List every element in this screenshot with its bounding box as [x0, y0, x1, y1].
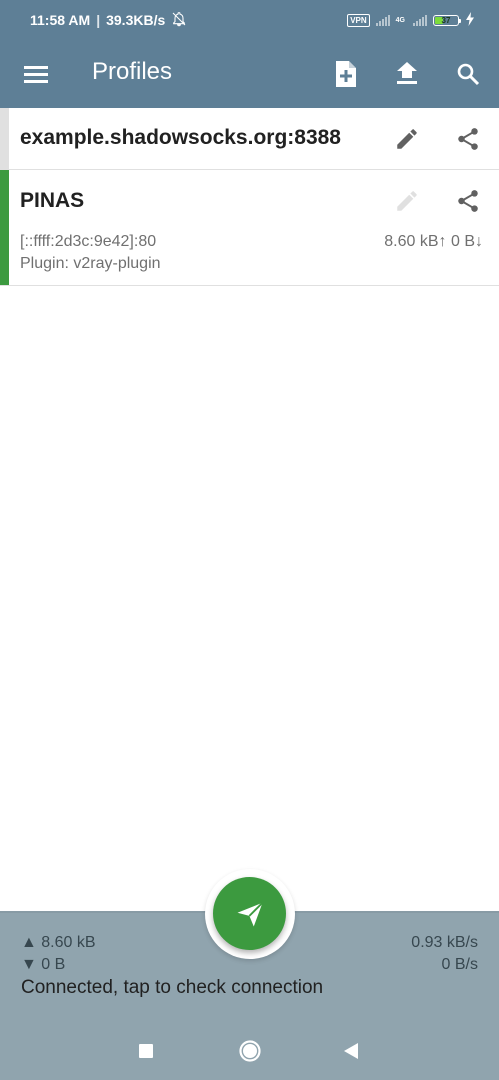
share-icon: [458, 190, 478, 212]
network-type: 4G: [395, 16, 405, 24]
status-speed: 39.3KB/s: [106, 12, 166, 28]
import-button[interactable]: [387, 54, 427, 94]
status-bar: 11:58 AM | 39.3KB/s VPN 4G 37: [0, 0, 499, 40]
search-icon: [457, 63, 480, 86]
recents-button[interactable]: [130, 1035, 162, 1067]
share-button[interactable]: [448, 181, 488, 221]
search-button[interactable]: [448, 54, 488, 94]
vpn-badge: VPN: [347, 13, 370, 27]
rx-total: ▼ 0 B: [21, 956, 66, 973]
menu-button[interactable]: [16, 54, 56, 94]
home-button[interactable]: [234, 1035, 266, 1067]
status-right: VPN 4G 37: [347, 11, 475, 29]
square-icon: [139, 1044, 153, 1058]
signal-4g-icon: [413, 14, 427, 26]
profile-plugin: Plugin: v2ray-plugin: [20, 255, 161, 272]
import-icon: [397, 62, 417, 84]
edit-button-disabled: [387, 181, 427, 221]
rx-rate: 0 B/s: [441, 956, 478, 973]
tx-total: ▲ 8.60 kB: [21, 934, 96, 951]
circle-icon: [239, 1040, 261, 1062]
share-button[interactable]: [448, 119, 488, 159]
profile-indicator-bar: [0, 170, 9, 285]
bell-off-icon: [171, 11, 187, 30]
connect-toggle-button[interactable]: [213, 877, 286, 950]
profile-name: example.shadowsocks.org:8388: [20, 126, 341, 149]
tx-rate: 0.93 kB/s: [411, 934, 478, 951]
status-left: 11:58 AM | 39.3KB/s: [30, 11, 187, 30]
app-root: 11:58 AM | 39.3KB/s VPN 4G 37 Profiles e…: [0, 0, 499, 1080]
menu-icon: [24, 66, 48, 83]
edit-button[interactable]: [387, 119, 427, 159]
profile-indicator-bar: [0, 108, 9, 169]
edit-icon: [397, 129, 417, 149]
page-title: Profiles: [92, 58, 173, 85]
profile-traffic: 8.60 kB↑ 0 B↓: [384, 233, 483, 250]
edit-icon: [397, 191, 417, 211]
back-button[interactable]: [335, 1035, 367, 1067]
paper-plane-icon: [237, 901, 263, 926]
share-icon: [458, 128, 478, 150]
add-profile-icon: [336, 61, 356, 87]
connection-status[interactable]: Connected, tap to check connection: [21, 977, 323, 999]
profile-name: PINAS: [20, 189, 85, 212]
system-nav-bar: [0, 1021, 499, 1080]
battery-icon: 37: [433, 14, 461, 26]
profile-address: [::ffff:2d3c:9e42]:80: [20, 233, 157, 250]
triangle-back-icon: [344, 1043, 358, 1059]
add-profile-button[interactable]: [326, 54, 366, 94]
status-time: 11:58 AM: [30, 12, 91, 28]
signal-icon: [375, 14, 390, 26]
charging-icon: [465, 11, 475, 29]
profile-card[interactable]: example.shadowsocks.org:8388: [0, 108, 499, 170]
profile-card-selected[interactable]: PINAS [::ffff:2d3c:9e42]:80 8.60 kB↑ 0 B…: [0, 170, 499, 286]
battery-level: 37: [441, 15, 451, 25]
status-divider: |: [96, 12, 101, 28]
toolbar: Profiles: [0, 40, 499, 108]
